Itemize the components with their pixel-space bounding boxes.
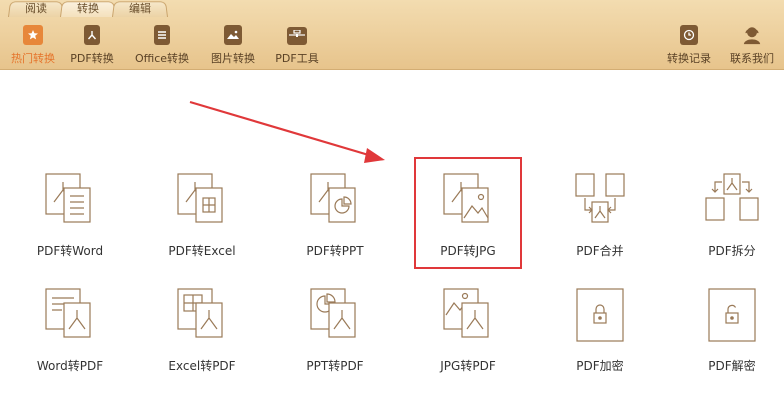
pdf-decrypt-button[interactable]: PDF解密 xyxy=(672,285,784,374)
conversion-label: PDF转Word xyxy=(36,244,104,258)
pdf-merge-button[interactable]: PDF合并 xyxy=(540,170,660,259)
jpg-to-pdf-button[interactable]: JPG转PDF xyxy=(408,285,528,374)
conversion-grid: PDF转Word PDF转Excel PDF转PPT PDF转JPG PDF合并… xyxy=(0,0,784,400)
pdf-to-word-button[interactable]: PDF转Word xyxy=(10,170,130,259)
pdf-split-button[interactable]: PDF拆分 xyxy=(672,170,784,259)
pdf-to-ppt-button[interactable]: PDF转PPT xyxy=(275,170,395,259)
pdf-to-excel-button[interactable]: PDF转Excel xyxy=(142,170,262,259)
pdf-decrypt-icon xyxy=(708,288,756,342)
pdf-split-icon xyxy=(705,173,759,221)
tab-label: 编辑 xyxy=(129,2,151,15)
conversion-label: Excel转PDF xyxy=(168,359,236,373)
pdf-encrypt-button[interactable]: PDF加密 xyxy=(540,285,660,374)
conversion-label: PDF拆分 xyxy=(708,244,756,258)
ppt-to-pdf-icon xyxy=(310,288,356,338)
pdf-to-ppt-icon xyxy=(310,173,356,223)
pdf-encrypt-icon xyxy=(576,288,624,342)
excel-to-pdf-icon xyxy=(177,288,223,338)
ribbon-tabs: 阅读 转换 编辑 xyxy=(8,0,164,17)
conversion-label: PDF合并 xyxy=(576,244,624,258)
conversion-label: PPT转PDF xyxy=(306,359,364,373)
tab-label: 转换 xyxy=(77,2,99,15)
word-to-pdf-button[interactable]: Word转PDF xyxy=(10,285,130,374)
conversion-label: JPG转PDF xyxy=(440,359,496,373)
conversion-label: PDF转PPT xyxy=(306,244,364,258)
conversion-label: PDF加密 xyxy=(576,359,624,373)
conversion-label: PDF转Excel xyxy=(168,244,236,258)
pdf-to-word-icon xyxy=(45,173,91,223)
conversion-label: PDF解密 xyxy=(708,359,756,373)
tab-label: 阅读 xyxy=(25,2,47,15)
pdf-merge-icon xyxy=(575,173,625,223)
pdf-to-excel-icon xyxy=(177,173,223,223)
ppt-to-pdf-button[interactable]: PPT转PDF xyxy=(275,285,395,374)
conversion-label: Word转PDF xyxy=(36,359,104,373)
excel-to-pdf-button[interactable]: Excel转PDF xyxy=(142,285,262,374)
highlight-box xyxy=(414,157,522,269)
word-to-pdf-icon xyxy=(45,288,91,338)
jpg-to-pdf-icon xyxy=(443,288,489,338)
